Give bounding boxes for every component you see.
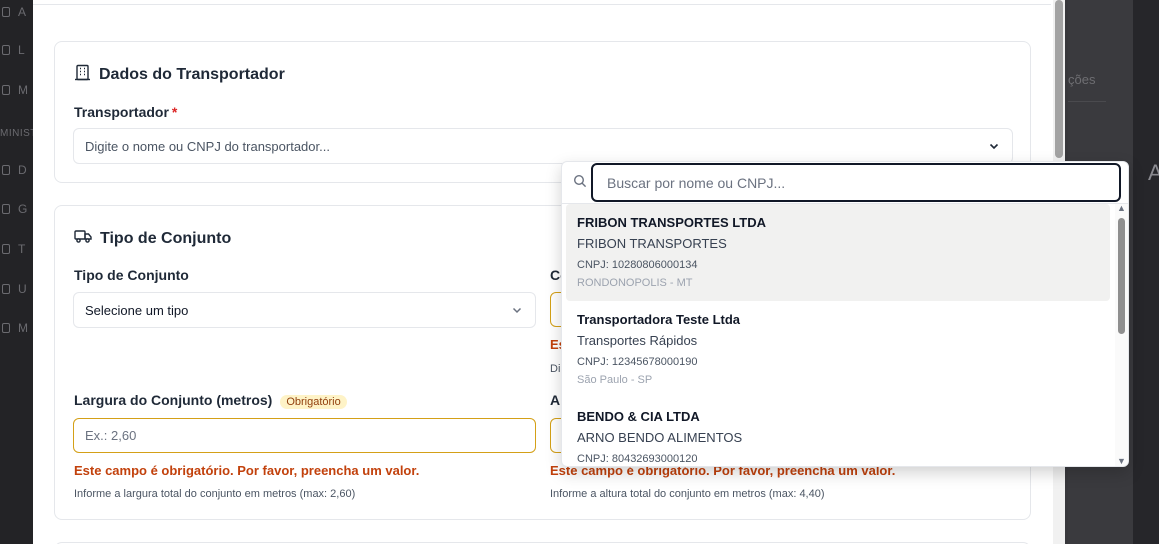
required-star: * (171, 104, 178, 120)
combo-type-label: Tipo de Conjunto (74, 267, 189, 283)
option-trade-name: FRIBON TRANSPORTES (577, 236, 727, 251)
option-name: BENDO & CIA LTDA (577, 409, 700, 424)
transporter-dropdown: FRIBON TRANSPORTES LTDA FRIBON TRANSPORT… (561, 161, 1129, 467)
option-trade-name: ARNO BENDO ALIMENTOS (577, 430, 743, 445)
search-icon (573, 174, 587, 193)
option-name: FRIBON TRANSPORTES LTDA (577, 215, 766, 230)
option-name: Transportadora Teste Ltda (577, 312, 741, 327)
menu-icon (2, 244, 10, 254)
required-badge: Obrigatório (280, 395, 347, 409)
menu-icon (2, 165, 10, 175)
background-sidebar-item: T (0, 239, 33, 259)
combo-type-value: Selecione um tipo (85, 302, 189, 318)
option-city: São Paulo - SP (577, 374, 653, 386)
card-title-text: Tipo de Conjunto (100, 229, 232, 247)
background-sidebar-item: D (0, 160, 33, 180)
width-label: Largura do Conjunto (metros) Obrigatório (74, 392, 347, 409)
scroll-down-arrow-icon[interactable]: ▼ (1117, 456, 1126, 466)
background-section-label: MINIST (0, 128, 33, 139)
option-cnpj: CNPJ: 10280806000134 (577, 259, 698, 271)
option-cnpj: CNPJ: 80432693000120 (577, 453, 698, 465)
truck-icon (74, 228, 92, 249)
background-sidebar-item: M (0, 80, 33, 100)
menu-icon (2, 85, 10, 95)
background-sidebar-item: M (0, 318, 33, 338)
menu-icon (2, 7, 10, 17)
dropdown-option[interactable]: BENDO & CIA LTDA ARNO BENDO ALIMENTOS CN… (566, 398, 1110, 466)
transporter-placeholder: Digite o nome ou CNPJ do transportador..… (85, 138, 330, 154)
option-trade-name: Transportes Rápidos (577, 333, 698, 348)
width-input[interactable]: Ex.: 2,60 (73, 418, 536, 453)
modal-scrollbar-thumb[interactable] (1055, 0, 1063, 158)
background-sidebar-item: G (0, 199, 33, 219)
modal-header-divider (33, 4, 1051, 5)
background-right-text: ções (1068, 72, 1096, 87)
option-city: RONDONOPOLIS - MT (577, 277, 693, 289)
dropdown-search-input[interactable] (591, 163, 1121, 202)
menu-icon (2, 45, 10, 55)
background-sidebar-item: U (0, 279, 33, 299)
dropdown-options-list: FRIBON TRANSPORTES LTDA FRIBON TRANSPORT… (562, 204, 1114, 466)
width-placeholder: Ex.: 2,60 (85, 428, 137, 443)
background-sidebar-item: A (0, 2, 33, 22)
width-help: Informe a largura total do conjunto em m… (74, 488, 356, 500)
background-divider (1068, 101, 1106, 102)
option-cnpj: CNPJ: 12345678000190 (577, 356, 698, 368)
transporter-combobox[interactable]: Digite o nome ou CNPJ do transportador..… (73, 128, 1013, 164)
menu-icon (2, 323, 10, 333)
chevron-down-icon (511, 304, 523, 319)
building-icon (74, 64, 91, 86)
dropdown-scrollbar-thumb[interactable] (1118, 218, 1125, 334)
height-help: Informe a altura total do conjunto em me… (550, 488, 825, 500)
background-right-mark: A (1148, 160, 1159, 185)
background-sidebar-item: L (0, 40, 33, 60)
card-title-text: Dados do Transportador (99, 66, 285, 83)
combo-type-card-title: Tipo de Conjunto (74, 228, 231, 249)
configuration-help: Di (550, 363, 561, 375)
transporter-card-title: Dados do Transportador (74, 64, 285, 86)
dropdown-option[interactable]: Transportadora Teste Ltda Transportes Rá… (566, 301, 1110, 398)
menu-icon (2, 204, 10, 214)
background-right-strip (1133, 0, 1159, 544)
width-error: Este campo é obrigatório. Por favor, pre… (74, 463, 420, 478)
menu-icon (2, 284, 10, 294)
chevron-down-icon (988, 140, 1000, 155)
combo-type-select[interactable]: Selecione um tipo (73, 292, 536, 328)
dropdown-search-row (562, 162, 1128, 204)
dropdown-option[interactable]: FRIBON TRANSPORTES LTDA FRIBON TRANSPORT… (566, 204, 1110, 301)
scroll-up-arrow-icon[interactable]: ▲ (1117, 203, 1126, 213)
transporter-label: Transportador * (74, 104, 178, 120)
